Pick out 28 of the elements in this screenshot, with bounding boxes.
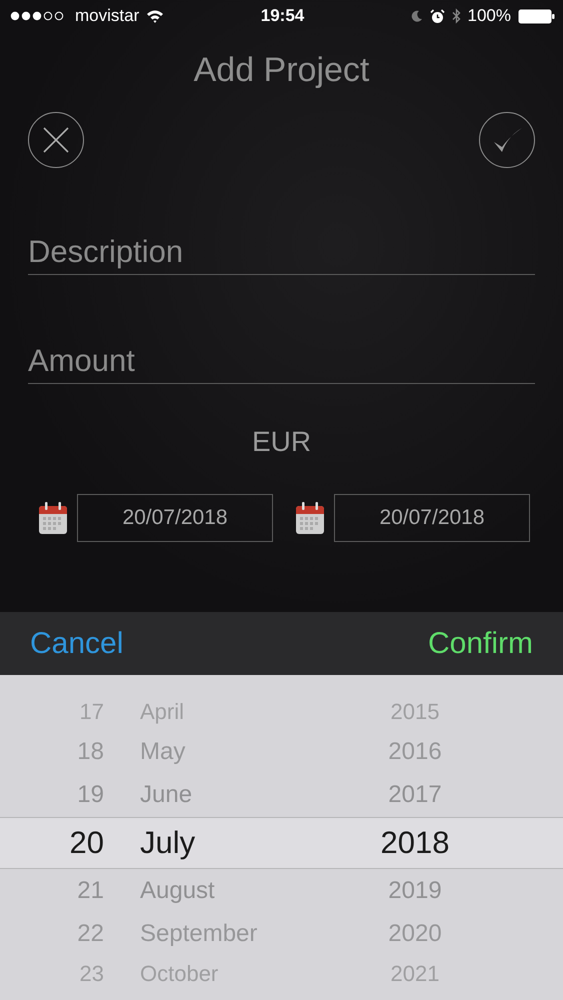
- amount-field[interactable]: Amount: [28, 341, 535, 384]
- moon-icon: [410, 10, 422, 22]
- battery-icon: [518, 8, 555, 24]
- close-icon: [41, 125, 71, 155]
- cancel-button[interactable]: Cancel: [30, 626, 124, 660]
- start-date-field[interactable]: 20/07/2018: [77, 494, 273, 542]
- calendar-icon: [295, 502, 325, 534]
- close-button[interactable]: [28, 112, 84, 168]
- description-field[interactable]: Description: [28, 232, 535, 275]
- bluetooth-icon: [452, 8, 460, 24]
- picker-row[interactable]: 17 April 2015: [0, 693, 563, 731]
- screen-title: Add Project: [194, 50, 370, 90]
- calendar-icon: [38, 502, 68, 534]
- picker-row[interactable]: 19 June 2017: [0, 773, 563, 817]
- battery-percent: 100%: [468, 6, 511, 26]
- clock-time: 19:54: [260, 6, 304, 26]
- confirm-button[interactable]: Confirm: [428, 626, 533, 660]
- wifi-icon: [146, 9, 164, 23]
- currency-label: EUR: [252, 426, 312, 458]
- confirm-button[interactable]: [479, 112, 535, 168]
- picker-row[interactable]: 23 October 2021: [0, 955, 563, 993]
- alarm-clock-icon: [430, 8, 444, 24]
- picker-row[interactable]: 22 September 2020: [0, 913, 563, 955]
- picker-row[interactable]: 18 May 2016: [0, 731, 563, 773]
- end-date-field[interactable]: 20/07/2018: [334, 494, 530, 542]
- carrier-name: movistar: [75, 6, 140, 26]
- picker-row[interactable]: 21 August 2019: [0, 869, 563, 913]
- picker-row[interactable]: 20 July 2018: [0, 817, 563, 869]
